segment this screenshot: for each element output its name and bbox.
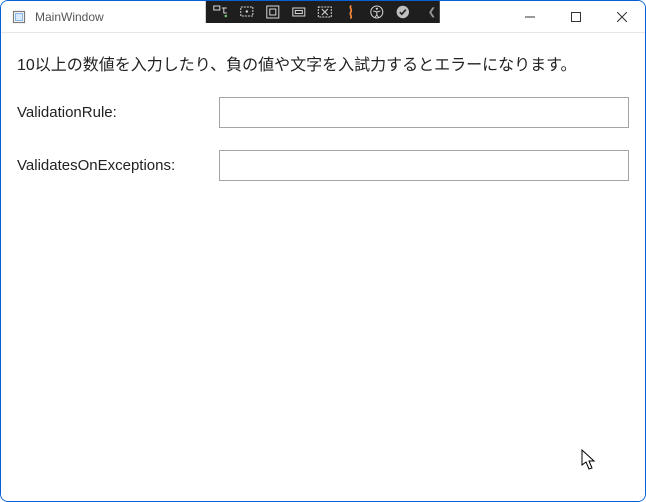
validation-rule-label: ValidationRule:	[17, 104, 219, 121]
titlebar[interactable]: MainWindow	[1, 1, 645, 33]
description-text: 10以上の数値を入力したり、負の値や文字を入試力するとエラーになります。	[17, 51, 629, 75]
binding-failures-icon[interactable]	[314, 2, 336, 22]
accessibility-icon[interactable]	[366, 2, 388, 22]
track-focused-icon[interactable]	[288, 2, 310, 22]
field-row-validates-on-exceptions: ValidatesOnExceptions:	[17, 150, 629, 181]
hot-reload-icon[interactable]	[340, 2, 362, 22]
close-button[interactable]	[599, 1, 645, 32]
select-element-icon[interactable]	[236, 2, 258, 22]
app-window: MainWindow	[0, 0, 646, 502]
window-controls	[507, 1, 645, 32]
app-icon	[11, 9, 27, 25]
validates-on-exceptions-label: ValidatesOnExceptions:	[17, 157, 219, 174]
chevron-left-icon[interactable]: ❮	[428, 7, 436, 18]
live-visual-tree-icon[interactable]	[210, 2, 232, 22]
validates-on-exceptions-input[interactable]	[219, 150, 629, 181]
validation-rule-input[interactable]	[219, 97, 629, 128]
mouse-cursor-icon	[581, 449, 597, 471]
client-area: 10以上の数値を入力したり、負の値や文字を入試力するとエラーになります。 Val…	[1, 33, 645, 501]
field-row-validation-rule: ValidationRule:	[17, 97, 629, 128]
status-ok-icon[interactable]	[392, 2, 414, 22]
vs-debug-toolbar[interactable]: ❮	[206, 1, 440, 23]
window-title: MainWindow	[35, 10, 104, 24]
display-layout-icon[interactable]	[262, 2, 284, 22]
minimize-button[interactable]	[507, 1, 553, 32]
maximize-button[interactable]	[553, 1, 599, 32]
